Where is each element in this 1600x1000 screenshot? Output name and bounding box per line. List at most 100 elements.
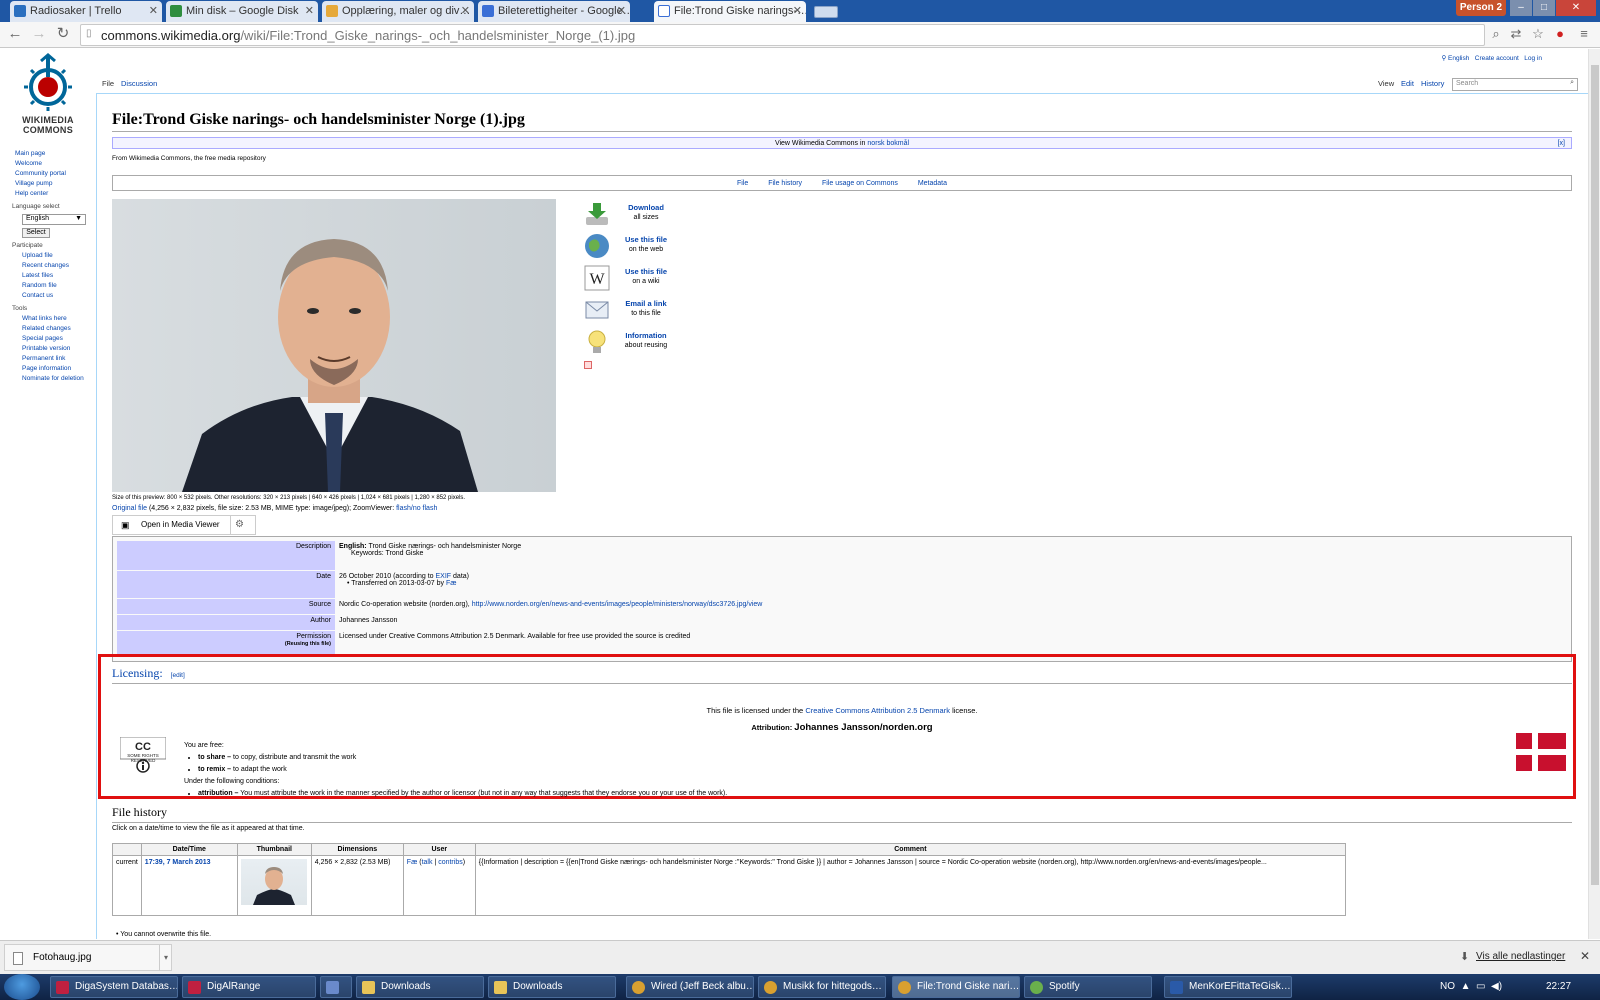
minimize-icon[interactable]: – bbox=[1510, 0, 1532, 16]
tab-edit[interactable]: Edit bbox=[1401, 79, 1414, 88]
license-link[interactable]: Creative Commons Attribution 2.5 Denmark bbox=[805, 706, 950, 715]
nav-contact-us[interactable]: Contact us bbox=[0, 291, 69, 301]
transferred-user-link[interactable]: Fæ bbox=[446, 580, 457, 587]
original-file-link[interactable]: Original file bbox=[112, 505, 147, 512]
cc-license-badge[interactable]: CC SOME RIGHTS RESERVED bbox=[119, 736, 167, 773]
row-user-link[interactable]: Fæ bbox=[407, 859, 418, 866]
language-select[interactable]: English ▼ bbox=[22, 214, 86, 225]
close-icon[interactable]: ✕ bbox=[617, 4, 626, 17]
nav-welcome[interactable]: Welcome bbox=[0, 159, 66, 169]
zoom-icon[interactable]: ⌕ bbox=[1488, 26, 1504, 42]
tab-discussion[interactable]: Discussion bbox=[121, 79, 157, 88]
tool-permanent-link[interactable]: Permanent link bbox=[0, 354, 84, 364]
taskbar-item[interactable]: Downloads bbox=[356, 976, 484, 998]
close-icon[interactable]: ✕ bbox=[149, 4, 158, 17]
tool-page-information[interactable]: Page information bbox=[0, 364, 84, 374]
wikimedia-commons-logo[interactable]: WIKIMEDIA COMMONS bbox=[15, 53, 81, 143]
extension-icon[interactable]: ● bbox=[1552, 26, 1568, 42]
tab-google-drive[interactable]: Min disk – Google Disk ✕ bbox=[166, 1, 318, 22]
tab-trello[interactable]: Radiosaker | Trello ✕ bbox=[10, 1, 162, 22]
taskbar-item[interactable] bbox=[320, 976, 352, 998]
toc-metadata[interactable]: Metadata bbox=[918, 180, 947, 187]
taskbar-item[interactable]: File:Trond Giske nari… bbox=[892, 976, 1020, 998]
tray-arrow-icon[interactable]: ▲ bbox=[1461, 981, 1471, 992]
tab-google-docs[interactable]: Bileterettigheiter - Google… ✕ bbox=[478, 1, 630, 22]
taskbar-item[interactable]: MenKorEFittaTeGisk… bbox=[1164, 976, 1292, 998]
bookmark-star-icon[interactable]: ☆ bbox=[1530, 26, 1546, 42]
use-on-wiki-action[interactable]: W Use this file on a wiki bbox=[584, 263, 704, 295]
tool-related-changes[interactable]: Related changes bbox=[0, 324, 84, 334]
nav-community-portal[interactable]: Community portal bbox=[0, 169, 66, 179]
clock[interactable]: 22:27 bbox=[1546, 974, 1571, 1000]
tab-view[interactable]: View bbox=[1378, 79, 1394, 88]
taskbar-item[interactable]: Downloads bbox=[488, 976, 616, 998]
information-action[interactable]: Information about reusing bbox=[584, 327, 704, 359]
close-icon[interactable]: ✕ bbox=[305, 4, 314, 17]
notice-language-link[interactable]: norsk bokmål bbox=[867, 140, 909, 147]
reusing-link[interactable]: (Reusing this file) bbox=[285, 641, 331, 647]
tab-commons-file[interactable]: File:Trond Giske narings-… ✕ bbox=[654, 1, 806, 22]
scroll-thumb[interactable] bbox=[1591, 65, 1599, 885]
nav-help-center[interactable]: Help center bbox=[0, 189, 66, 199]
notice-close-button[interactable]: [x] bbox=[1558, 138, 1565, 149]
taskbar-item[interactable]: DigaSystem Databas… bbox=[50, 976, 178, 998]
nav-upload-file[interactable]: Upload file bbox=[0, 251, 69, 261]
taskbar-item[interactable]: Spotify bbox=[1024, 976, 1152, 998]
search-input[interactable]: Search ⌕ bbox=[1452, 78, 1578, 91]
personal-language[interactable]: English bbox=[1448, 55, 1469, 62]
tool-special-pages[interactable]: Special pages bbox=[0, 334, 84, 344]
gear-icon[interactable]: ⚙ bbox=[235, 516, 244, 534]
show-all-downloads-link[interactable]: Vis alle nedlastinger bbox=[1476, 951, 1565, 962]
nav-random-file[interactable]: Random file bbox=[0, 281, 69, 291]
address-bar[interactable]: ▯ commons.wikimedia.org/wiki/File:Trond_… bbox=[80, 24, 1485, 46]
start-button[interactable] bbox=[4, 974, 40, 1000]
email-link-action[interactable]: Email a link to this file bbox=[584, 295, 704, 327]
tool-printable-version[interactable]: Printable version bbox=[0, 344, 84, 354]
open-media-viewer-button[interactable]: ▣ Open in Media Viewer bbox=[113, 516, 231, 534]
toc-file[interactable]: File bbox=[737, 180, 748, 187]
row-thumbnail[interactable] bbox=[241, 859, 308, 905]
translate-icon[interactable]: ⇄ bbox=[1508, 26, 1524, 42]
taskbar-item[interactable]: Wired (Jeff Beck albu… bbox=[626, 976, 754, 998]
chevron-down-icon[interactable]: ▾ bbox=[158, 945, 168, 971]
page-scrollbar[interactable] bbox=[1588, 49, 1600, 939]
login-link[interactable]: Log in bbox=[1524, 55, 1542, 62]
network-icon[interactable]: ▭ bbox=[1476, 981, 1485, 992]
taskbar-item[interactable]: DigAlRange bbox=[182, 976, 316, 998]
close-icon[interactable]: ✕ bbox=[793, 4, 802, 17]
search-icon[interactable]: ⌕ bbox=[1570, 79, 1574, 87]
new-tab-button[interactable] bbox=[814, 6, 838, 18]
row-talk-link[interactable]: talk bbox=[422, 859, 433, 866]
close-icon[interactable]: ✕ bbox=[461, 4, 470, 17]
download-action[interactable]: Download all sizes bbox=[584, 199, 704, 231]
download-item[interactable]: Fotohaug.jpg ▾ bbox=[4, 944, 172, 971]
back-icon[interactable]: ← bbox=[6, 25, 24, 43]
source-url-link[interactable]: http://www.norden.org/en/news-and-events… bbox=[472, 601, 763, 608]
language-select-button[interactable]: Select bbox=[22, 228, 50, 238]
profile-badge[interactable]: Person 2 bbox=[1456, 0, 1506, 16]
close-window-icon[interactable]: ✕ bbox=[1556, 0, 1596, 16]
exif-link[interactable]: EXIF bbox=[436, 573, 452, 580]
close-icon[interactable]: ✕ bbox=[1580, 949, 1590, 963]
nav-main-page[interactable]: Main page bbox=[0, 149, 66, 159]
maximize-icon[interactable]: □ bbox=[1533, 0, 1555, 16]
toc-file-usage[interactable]: File usage on Commons bbox=[822, 180, 898, 187]
row-contribs-link[interactable]: contribs bbox=[438, 859, 463, 866]
taskbar-item[interactable]: Musikk for hittegods… bbox=[758, 976, 886, 998]
nav-village-pump[interactable]: Village pump bbox=[0, 179, 66, 189]
volume-icon[interactable]: ◀) bbox=[1491, 981, 1502, 992]
forward-icon[interactable]: → bbox=[30, 25, 48, 43]
toc-file-history[interactable]: File history bbox=[768, 180, 802, 187]
nav-recent-changes[interactable]: Recent changes bbox=[0, 261, 69, 271]
use-on-web-action[interactable]: Use this file on the web bbox=[584, 231, 704, 263]
row-date-link[interactable]: 17:39, 7 March 2013 bbox=[145, 859, 211, 866]
reload-icon[interactable]: ↻ bbox=[54, 25, 72, 43]
menu-icon[interactable]: ≡ bbox=[1576, 26, 1592, 42]
licensing-edit-link[interactable]: [edit] bbox=[171, 672, 185, 679]
input-language[interactable]: NO bbox=[1440, 981, 1455, 992]
tab-file[interactable]: File bbox=[102, 79, 114, 88]
file-preview-image[interactable] bbox=[112, 199, 556, 492]
nav-latest-files[interactable]: Latest files bbox=[0, 271, 69, 281]
tool-nominate-deletion[interactable]: Nominate for deletion bbox=[0, 374, 84, 384]
create-account-link[interactable]: Create account bbox=[1475, 55, 1519, 62]
